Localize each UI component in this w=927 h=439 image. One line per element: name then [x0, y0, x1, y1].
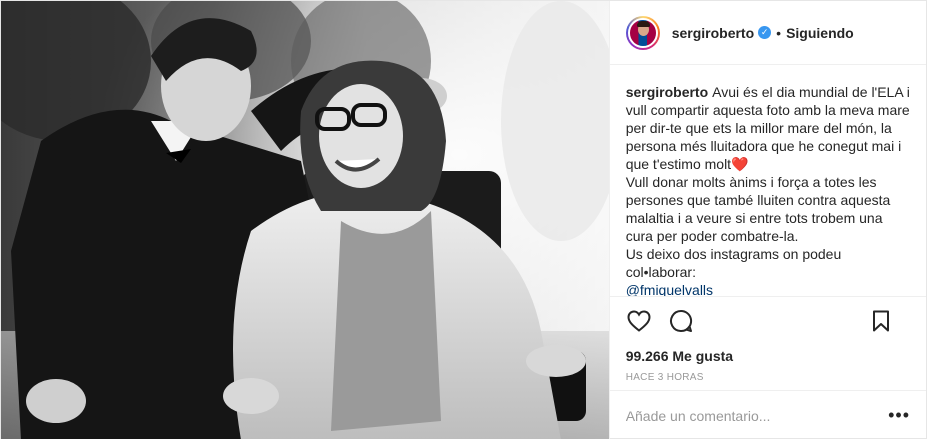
- post-header: sergiroberto ✓ • Siguiendo: [609, 1, 926, 65]
- caption-paragraph-2: Vull donar molts ànims i força a totes l…: [625, 174, 891, 244]
- caption-paragraph-3: Us deixo dos instagrams on podeu col•lab…: [625, 246, 842, 280]
- avatar[interactable]: [627, 17, 658, 48]
- comment-input[interactable]: [625, 407, 889, 424]
- likes-count[interactable]: 99.266 Me gusta: [610, 345, 926, 367]
- post-actions: [610, 297, 926, 345]
- photo-illustration: [1, 1, 609, 439]
- avatar-hair: [636, 20, 650, 27]
- heart-outline-icon[interactable]: [626, 308, 652, 334]
- comment-box: •••: [609, 390, 926, 439]
- caption-username[interactable]: sergiroberto: [626, 84, 708, 100]
- check-badge-icon: ✓: [758, 26, 772, 39]
- heart-emoji-icon: ❤️: [731, 156, 749, 172]
- post-side-panel: sergiroberto ✓ • Siguiendo sergiroberto A…: [608, 1, 926, 439]
- ellipsis-icon[interactable]: •••: [888, 405, 910, 426]
- header-username[interactable]: sergiroberto: [672, 25, 754, 41]
- follow-status-button[interactable]: Siguiendo: [786, 25, 854, 41]
- story-ring[interactable]: [625, 15, 660, 50]
- post-photo[interactable]: [1, 1, 609, 439]
- post-timestamp[interactable]: HACE 3 HORAS: [610, 367, 926, 389]
- post-caption: sergiroberto Avui és el dia mundial de l'…: [609, 65, 926, 297]
- speech-bubble-icon[interactable]: [668, 308, 694, 334]
- header-separator: •: [776, 24, 782, 41]
- caption-mention-link[interactable]: @fmiquelvalls: [626, 281, 910, 296]
- caption-paragraph-1: sergiroberto Avui és el dia mundial de l'…: [626, 83, 910, 173]
- bookmark-icon[interactable]: [868, 308, 894, 334]
- instagram-post: sergiroberto ✓ • Siguiendo sergiroberto A…: [0, 0, 927, 439]
